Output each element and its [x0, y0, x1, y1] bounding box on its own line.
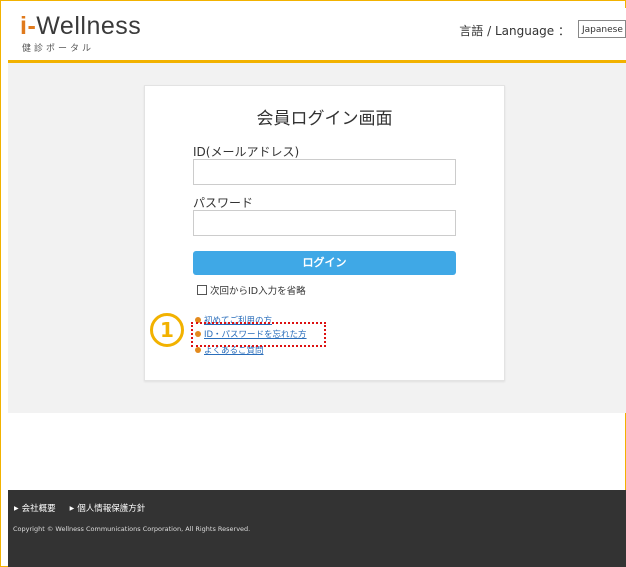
password-label: パスワード [193, 196, 254, 210]
footer-link-label[interactable]: 個人情報保護方針 [77, 502, 145, 514]
id-label: ID(メールアドレス) [193, 145, 300, 159]
bullet-icon [195, 347, 201, 353]
footer-nav: ▶ 会社概要 ▶ 個人情報保護方針 [14, 502, 145, 514]
logo-dash: - [27, 12, 37, 40]
language-select[interactable]: Japanese [578, 20, 626, 38]
remember-label: 次回からID入力を省略 [210, 286, 306, 297]
footer-link-privacy[interactable]: ▶ 個人情報保護方針 [70, 502, 146, 514]
logo-subtitle: 健診ポータル [22, 44, 95, 54]
triangle-right-icon: ▶ [69, 504, 75, 512]
footer-link-label[interactable]: 会社概要 [22, 502, 56, 514]
password-input[interactable] [193, 210, 456, 236]
remember-id-option[interactable]: 次回からID入力を省略 [197, 283, 306, 297]
site-header: i-Wellness 健診ポータル 言語 / Language ： [8, 8, 626, 60]
forgot-password-highlight [191, 322, 326, 347]
login-title: 会員ログイン画面 [256, 109, 393, 129]
remember-checkbox[interactable] [197, 285, 207, 295]
logo-text: Wellness [36, 12, 142, 40]
id-input[interactable] [193, 159, 456, 185]
site-footer: ▶ 会社概要 ▶ 個人情報保護方針 Copyright © Wellness Com… [8, 490, 626, 567]
step-number-badge: 1 [150, 313, 184, 347]
triangle-right-icon: ▶ [14, 504, 19, 512]
copyright-text: Copyright © Wellness Communications Corp… [13, 525, 251, 533]
login-button[interactable]: ログイン [193, 251, 456, 275]
footer-link-company[interactable]: ▶ 会社概要 [14, 502, 56, 514]
language-label: 言語 / Language ： [459, 24, 570, 38]
site-logo[interactable]: i-Wellness [20, 12, 141, 41]
